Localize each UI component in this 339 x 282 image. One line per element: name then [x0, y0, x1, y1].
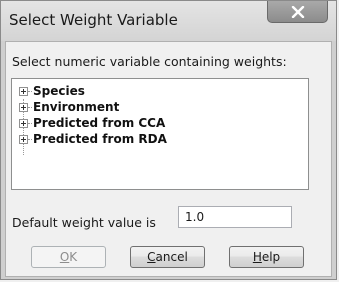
tree-item-label: Predicted from RDA [33, 132, 167, 146]
cancel-label-rest: ancel [155, 250, 188, 264]
ok-label-rest: K [69, 250, 78, 264]
window-title: Select Weight Variable [9, 11, 178, 29]
tree-item-predicted-rda[interactable]: Predicted from RDA [19, 131, 167, 147]
dialog-body: Select numeric variable containing weigh… [5, 41, 332, 277]
default-weight-label: Default weight value is [12, 215, 156, 230]
help-label-rest: elp [261, 250, 281, 264]
ok-button[interactable]: OK [31, 246, 106, 268]
tree-dotted-connector [28, 122, 32, 124]
title-bar[interactable]: Select Weight Variable [1, 1, 336, 41]
ok-mnemonic: O [59, 250, 70, 264]
prompt-label: Select numeric variable containing weigh… [12, 54, 287, 69]
plus-icon[interactable] [19, 134, 28, 144]
tree-dotted-connector [28, 90, 32, 92]
plus-icon[interactable] [19, 86, 28, 96]
help-mnemonic: H [252, 250, 262, 264]
tree-dotted-connector [28, 138, 32, 140]
variable-tree[interactable]: Species Environment Predicted from CCA P… [11, 78, 309, 190]
tree-item-label: Species [33, 84, 85, 98]
tree-item-label: Environment [33, 100, 120, 114]
tree-item-environment[interactable]: Environment [19, 99, 119, 115]
tree-item-label: Predicted from CCA [33, 116, 166, 130]
close-button[interactable] [267, 1, 328, 23]
default-weight-input[interactable] [178, 206, 292, 228]
plus-icon[interactable] [19, 102, 28, 112]
tree-item-species[interactable]: Species [19, 83, 85, 99]
tree-item-predicted-cca[interactable]: Predicted from CCA [19, 115, 165, 131]
close-icon [291, 5, 304, 18]
plus-icon[interactable] [19, 118, 28, 128]
cancel-mnemonic: C [147, 250, 156, 264]
help-button[interactable]: Help [229, 246, 304, 268]
dialog-window: Select Weight Variable Select numeric va… [0, 0, 337, 280]
cancel-button[interactable]: Cancel [130, 246, 205, 268]
tree-dotted-connector [28, 106, 32, 108]
